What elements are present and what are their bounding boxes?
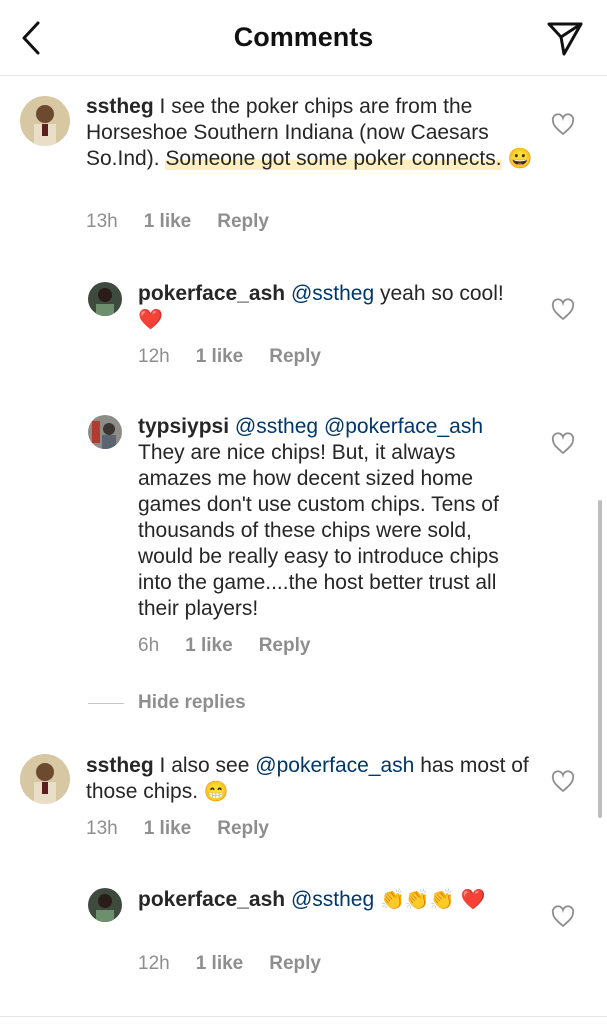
comment-time: 12h: [138, 346, 170, 367]
comment-text: pokerface_ash @sstheg 👏👏👏 ❤️: [138, 887, 528, 913]
like-count[interactable]: 1 like: [196, 346, 244, 368]
heart-outline-icon: [551, 432, 575, 455]
divider: [0, 1016, 607, 1017]
comment-meta: 6h 1 like Reply: [138, 635, 310, 657]
mention-link[interactable]: @sstheg: [235, 415, 318, 438]
hide-replies-button[interactable]: Hide replies: [88, 692, 246, 714]
avatar[interactable]: [88, 888, 122, 922]
comment-username[interactable]: pokerface_ash: [138, 282, 285, 305]
comment-body: I also see: [159, 754, 250, 777]
like-count[interactable]: 1 like: [144, 818, 192, 840]
like-heart-button[interactable]: [551, 298, 575, 322]
comment-meta: 12h 1 like Reply: [138, 953, 321, 975]
highlighted-text: Someone got some poker connects.: [165, 147, 502, 170]
mention-link[interactable]: @pokerface_ash: [324, 415, 483, 438]
comment-username[interactable]: sstheg: [86, 95, 154, 118]
heart-outline-icon: [551, 113, 575, 136]
comment-meta: 13h 1 like Reply: [86, 211, 269, 233]
red-heart-emoji: ❤️: [460, 889, 486, 911]
comment-meta: 12h 1 like Reply: [138, 346, 321, 368]
heart-outline-icon: [551, 905, 575, 928]
avatar[interactable]: [20, 96, 70, 146]
page-title: Comments: [233, 22, 374, 52]
red-heart-emoji: ❤️: [138, 309, 163, 331]
divider: [88, 702, 124, 704]
like-heart-button[interactable]: [551, 432, 575, 456]
comment-time: 6h: [138, 635, 160, 656]
clapping-emoji: 👏👏👏: [379, 889, 455, 911]
reply-button[interactable]: Reply: [269, 953, 321, 975]
like-heart-button[interactable]: [551, 905, 575, 929]
send-button[interactable]: [545, 18, 585, 58]
like-count[interactable]: 1 like: [185, 635, 233, 657]
hide-replies-label: Hide replies: [138, 692, 246, 713]
comment-time: 13h: [86, 211, 118, 232]
mention-link[interactable]: @sstheg: [291, 888, 374, 911]
comment-text: sstheg I see the poker chips are from th…: [86, 94, 536, 172]
scrollbar[interactable]: [598, 500, 602, 818]
mention-link[interactable]: @pokerface_ash: [255, 754, 414, 777]
like-heart-button[interactable]: [551, 770, 575, 794]
grinning-emoji: 😀: [507, 148, 533, 170]
comment-body: They are nice chips! But, it always amaz…: [138, 441, 499, 620]
reply-button[interactable]: Reply: [217, 818, 269, 840]
comment-username[interactable]: pokerface_ash: [138, 888, 285, 911]
beaming-emoji: 😁: [203, 781, 229, 803]
reply-button[interactable]: Reply: [217, 211, 269, 233]
like-count[interactable]: 1 like: [144, 211, 192, 233]
comment-body: yeah so cool!: [379, 282, 504, 305]
like-heart-button[interactable]: [551, 113, 575, 137]
mention-link[interactable]: @sstheg: [291, 282, 374, 305]
reply-button[interactable]: Reply: [259, 635, 311, 657]
comment-time: 12h: [138, 953, 170, 974]
reply-button[interactable]: Reply: [269, 346, 321, 368]
comment-username[interactable]: sstheg: [86, 754, 154, 777]
comment-username[interactable]: typsiypsi: [138, 415, 229, 438]
paper-plane-icon: [547, 22, 583, 56]
comment-meta: 13h 1 like Reply: [86, 818, 269, 840]
comment-text: typsiypsi @sstheg @pokerface_ash They ar…: [138, 414, 528, 622]
comment-text: pokerface_ash @sstheg yeah so cool! ❤️: [138, 281, 528, 333]
avatar[interactable]: [88, 415, 122, 449]
comment-text: sstheg I also see @pokerface_ash has mos…: [86, 753, 536, 805]
avatar[interactable]: [20, 754, 70, 804]
heart-outline-icon: [551, 770, 575, 793]
heart-outline-icon: [551, 298, 575, 321]
header-bar: Comments: [0, 0, 607, 76]
avatar[interactable]: [88, 282, 122, 316]
comment-time: 13h: [86, 818, 118, 839]
like-count[interactable]: 1 like: [196, 953, 244, 975]
